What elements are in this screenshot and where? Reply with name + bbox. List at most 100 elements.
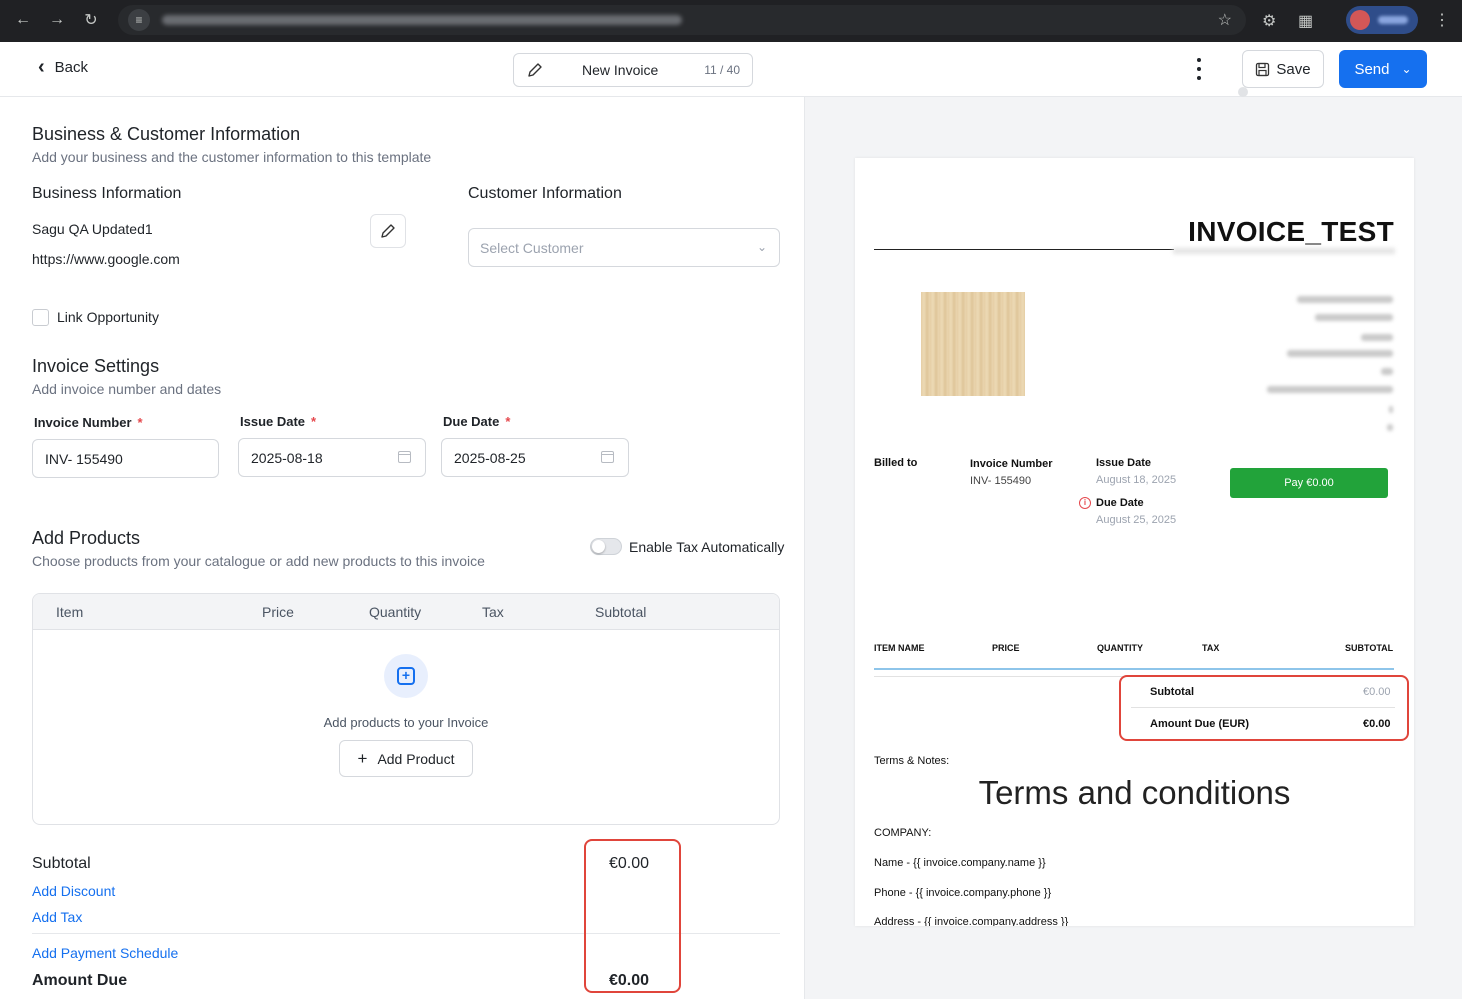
issue-date-label: Issue Date * [240,414,317,429]
add-product-label: Add Product [377,750,455,767]
customer-info-heading: Customer Information [468,185,622,202]
address-line-blurred [1267,386,1393,393]
add-product-button[interactable]: + Add Product [339,740,473,777]
reload-icon[interactable]: ↻ [74,10,108,30]
preview-column-tax: TAX [1202,643,1220,653]
enable-tax-toggle[interactable] [590,538,622,555]
invoice-title: New Invoice [582,62,659,78]
bookmark-star-icon[interactable]: ☆ [1218,10,1232,30]
issue-date-input[interactable]: 2025-08-18 [238,438,426,477]
chevron-down-icon: ⌄ [1401,62,1412,76]
business-name: Sagu QA Updated1 [32,221,153,237]
browser-menu-icon[interactable]: ⋮ [1434,10,1450,30]
calendar-icon[interactable] [601,451,614,463]
preview-due-date-label: Due Date [1096,497,1144,509]
back-button[interactable]: ‹ Back [38,56,88,79]
invoice-number-label: Invoice Number * [34,415,143,430]
invoice-form: Business & Customer Information Add your… [0,97,804,999]
add-tax-link[interactable]: Add Tax [32,909,82,925]
business-url: https://www.google.com [32,251,180,267]
products-table: Item Price Quantity Tax Subtotal + Add p… [32,593,780,825]
profile-chip[interactable] [1346,6,1418,34]
company-label: COMPANY: [874,827,932,839]
issue-date-value: 2025-08-18 [251,449,323,466]
invoice-settings-subtitle: Add invoice number and dates [32,381,222,397]
invoice-number-input[interactable]: INV- 155490 [32,439,219,478]
preview-column-subtotal: SUBTOTAL [1345,643,1394,653]
chevron-down-icon: ⌄ [756,240,767,254]
add-box-icon: + [384,654,428,698]
address-line-blurred [1387,424,1393,431]
address-line-blurred [1361,334,1393,341]
save-button[interactable]: Save [1242,50,1324,88]
company-phone-line: Phone - {{ invoice.company.phone }} [874,887,1052,899]
enable-tax-label: Enable Tax Automatically [629,539,785,555]
add-products-title: Add Products [32,528,141,548]
due-date-input[interactable]: 2025-08-25 [441,438,629,477]
select-customer-placeholder: Select Customer [480,239,584,256]
business-info-heading: Business Information [32,185,182,202]
title-char-count: 11 / 40 [704,63,740,77]
app-header: ‹ Back New Invoice 11 / 40 Save Send ⌄ [0,42,1462,97]
preview-column-item-name: ITEM NAME [874,643,925,653]
preview-due-date-value: August 25, 2025 [1096,514,1177,526]
company-address-line: Address - {{ invoice.company.address }} [874,916,1069,926]
billed-to-label: Billed to [874,457,918,469]
pay-button[interactable]: Pay €0.00 [1230,468,1388,498]
forward-arrow-icon[interactable]: → [40,11,74,29]
url-blurred [162,15,682,25]
toggle-knob [592,540,605,553]
invoice-number-value: INV- 155490 [45,450,123,467]
subtotal-label: Subtotal [32,855,91,872]
business-customer-title: Business & Customer Information [32,124,301,144]
column-header-item: Item [56,604,84,620]
invoice-settings-title: Invoice Settings [32,356,160,376]
pencil-icon [528,63,542,77]
select-customer-dropdown[interactable]: Select Customer ⌄ [468,228,780,267]
address-bar[interactable]: ≡ ☆ [118,5,1246,35]
address-line-blurred [1381,368,1393,375]
title-rule [874,249,1174,250]
send-button[interactable]: Send ⌄ [1339,50,1427,88]
back-arrow-icon[interactable]: ← [6,11,40,29]
site-info-icon[interactable]: ≡ [128,9,150,31]
products-table-header: Item Price Quantity Tax Subtotal [33,594,779,630]
puzzle-extensions-icon[interactable]: ▦ [1298,11,1313,31]
calendar-icon[interactable] [398,451,411,463]
amount-due-label: Amount Due [32,972,128,989]
avatar [1350,10,1370,30]
link-opportunity-checkbox[interactable] [32,309,49,326]
highlight-annotation [1119,675,1409,741]
extension-icon[interactable]: ⚙ [1262,11,1276,31]
pencil-icon [381,224,395,238]
preview-column-quantity: QUANTITY [1097,643,1143,653]
highlight-annotation [584,839,681,993]
preview-invoice-number-value: INV- 155490 [970,475,1032,487]
due-date-label: Due Date * [443,414,511,429]
due-date-value: 2025-08-25 [454,449,526,466]
column-header-tax: Tax [482,604,504,620]
title-underline-blurred [1173,248,1395,254]
add-payment-schedule-link[interactable]: Add Payment Schedule [32,945,178,961]
preview-issue-date-value: August 18, 2025 [1096,474,1177,486]
chevron-left-icon: ‹ [38,56,45,78]
add-discount-link[interactable]: Add Discount [32,883,115,899]
save-icon [1256,62,1270,76]
back-label: Back [54,59,89,76]
invoice-preview-page: INVOICE_TEST Billed to Invoice Number IN… [855,158,1414,926]
address-line-blurred [1297,296,1393,303]
status-dot [1238,87,1248,97]
more-options-icon[interactable] [1191,58,1207,80]
terms-heading: Terms and conditions [978,774,1291,811]
send-label: Send [1354,60,1390,78]
preview-column-price: PRICE [992,643,1020,653]
address-line-blurred [1389,406,1393,413]
address-line-blurred [1315,314,1393,321]
column-header-quantity: Quantity [369,604,422,620]
invoice-title-field[interactable]: New Invoice 11 / 40 [513,53,753,87]
info-icon: i [1079,497,1091,509]
invoice-preview-panel: INVOICE_TEST Billed to Invoice Number IN… [804,97,1462,999]
preview-invoice-number-label: Invoice Number [970,458,1053,470]
business-logo [921,292,1025,396]
edit-business-button[interactable] [370,214,406,248]
